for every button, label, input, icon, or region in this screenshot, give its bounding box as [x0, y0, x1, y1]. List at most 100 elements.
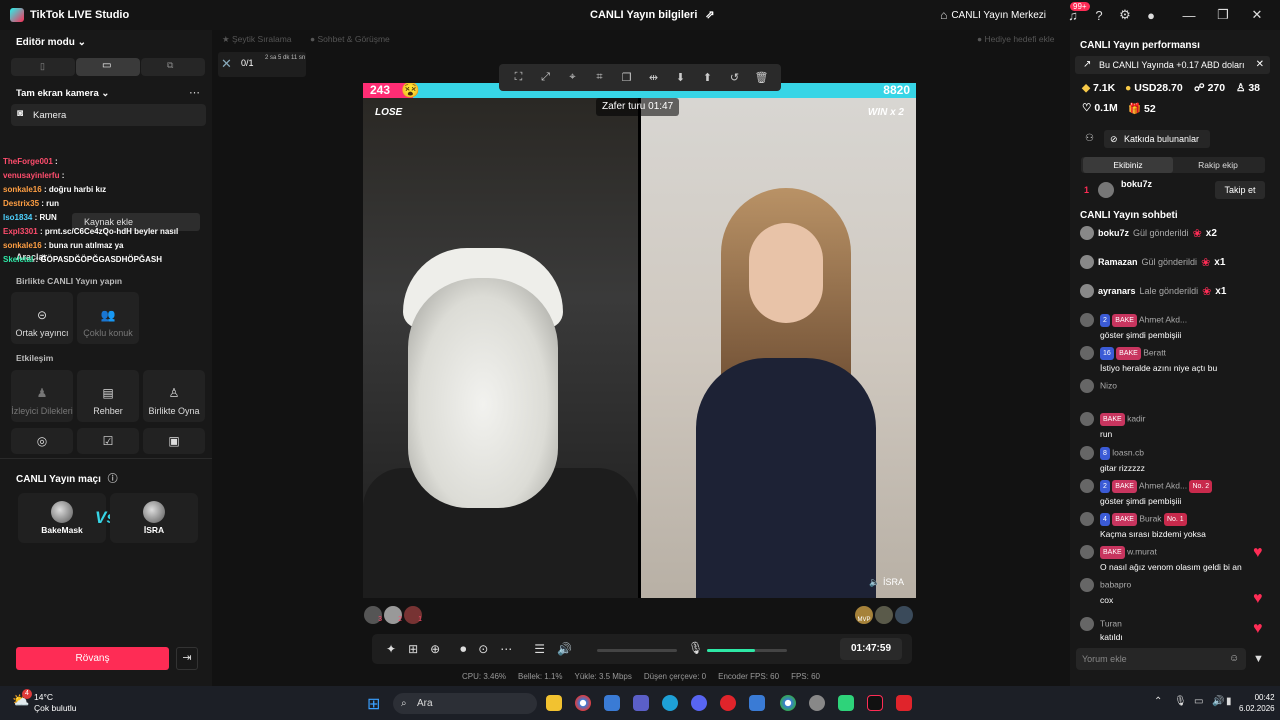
file-explorer-icon[interactable]	[546, 695, 562, 711]
gamepad-app-icon[interactable]	[838, 695, 854, 711]
add-source-icon[interactable]: ⊕	[430, 642, 440, 656]
mail-icon[interactable]	[749, 695, 765, 711]
chat-avatar[interactable]	[1080, 313, 1094, 327]
gifter-name[interactable]: ayranars	[1098, 286, 1136, 296]
multi-guest-tile[interactable]: 👥 Çoklu konuk	[77, 292, 139, 344]
chat-user[interactable]: babapro	[1100, 579, 1131, 589]
expand-icon[interactable]: ⤢	[537, 71, 555, 84]
windows-start-icon[interactable]: ⊞	[367, 694, 380, 714]
chat-avatar[interactable]	[1080, 346, 1094, 360]
camera-source-row[interactable]: ◙ Kamera	[11, 104, 206, 126]
tray-monitor-icon[interactable]: ▭	[1194, 696, 1203, 707]
top-user-name[interactable]: boku7z	[1121, 179, 1152, 189]
user-settings-icon[interactable]: ⚇	[1085, 133, 1094, 144]
tool-tile-4[interactable]: ◎	[11, 428, 73, 454]
more-options-icon[interactable]: ⋯	[189, 86, 200, 99]
close-banner-icon[interactable]: ✕	[1256, 56, 1264, 74]
fit-icon[interactable]: ⛶	[510, 71, 528, 84]
chrome-profile-icon[interactable]	[780, 695, 796, 711]
chat-avatar[interactable]	[1080, 617, 1094, 631]
chat-avatar[interactable]	[1080, 578, 1094, 592]
chat-avatar[interactable]	[1080, 446, 1094, 460]
editor-mode-dropdown[interactable]: Editör modu ⌄	[16, 37, 86, 48]
follow-button[interactable]: Takip et	[1215, 181, 1265, 199]
player-right-card[interactable]: İSRA	[110, 493, 198, 543]
edge-icon[interactable]	[662, 695, 678, 711]
chat-user[interactable]: Nizo	[1100, 380, 1117, 390]
stream-info-button[interactable]: CANLI Yayın bilgileri ⇗	[590, 8, 715, 22]
tab-your-team[interactable]: Ekibiniz	[1083, 157, 1173, 173]
play-together-tile[interactable]: ♙ Birlikte Oyna	[143, 370, 205, 422]
rank-avatar-1[interactable]: 3	[364, 606, 382, 624]
rank-avatar-3[interactable]: 1	[404, 606, 422, 624]
earnings-banner[interactable]: ↗ Bu CANLI Yayında +0.17 ABD doları ✕	[1075, 56, 1270, 74]
gifter-avatar[interactable]	[875, 606, 893, 624]
chrome-icon[interactable]	[575, 695, 591, 711]
crop-icon[interactable]: ⌗	[591, 71, 609, 84]
chat-user[interactable]: Burak	[1139, 513, 1161, 523]
chat-avatar[interactable]	[1080, 412, 1094, 426]
gifter-name[interactable]: boku7z	[1098, 228, 1129, 238]
gift-goal-add[interactable]: ● Hediye hedefi ekle	[977, 34, 1054, 44]
speaker-icon[interactable]: 🔊	[557, 642, 572, 656]
viewer-wishes-tile[interactable]: ♟ İzleyici Dilekleri	[11, 370, 73, 422]
maximize-button[interactable]: ❐	[1210, 7, 1236, 23]
gifter-avatar[interactable]	[1080, 255, 1094, 269]
tray-battery-icon[interactable]: ▮	[1226, 696, 1232, 707]
player-left-card[interactable]: BakeMask	[18, 493, 106, 543]
comment-input[interactable]: Yorum ekle	[1076, 648, 1246, 670]
copy-icon[interactable]: ❐	[618, 71, 636, 84]
gifter-name[interactable]: Ramazan	[1098, 257, 1138, 267]
gifter-avatar[interactable]	[1080, 226, 1094, 240]
profile-avatar[interactable]: ●	[1138, 8, 1164, 23]
chat-user[interactable]: Ahmet Akd...	[1139, 314, 1187, 324]
more-icon[interactable]: ⋯	[500, 642, 512, 656]
youtube-icon[interactable]	[896, 695, 912, 711]
center-icon[interactable]: ⌖	[564, 71, 582, 84]
chat-user[interactable]: Ahmet Akd...	[1139, 480, 1187, 490]
tool-tile-6[interactable]: ▣	[143, 428, 205, 454]
gifter-avatar[interactable]	[1080, 284, 1094, 298]
chat-avatar[interactable]	[1080, 512, 1094, 526]
tray-expand-icon[interactable]: ⌃	[1154, 696, 1162, 707]
tray-mic-icon[interactable]: 🎙	[1174, 696, 1187, 707]
emoji-picker-icon[interactable]: ☺	[1229, 653, 1239, 664]
tool-tile-5[interactable]: ☑	[77, 428, 139, 454]
taskbar-search[interactable]: ⌕ Ara	[393, 693, 537, 714]
delete-icon[interactable]: 🗑	[753, 71, 771, 84]
settings-gear-icon[interactable]: ⚙	[1112, 7, 1138, 23]
top-user-avatar[interactable]	[1098, 182, 1114, 198]
filter-icon[interactable]: ▼	[1253, 653, 1264, 665]
weather-widget[interactable]: 14°C Çok bulutlu	[34, 692, 77, 714]
co-host-tile[interactable]: ⊝ Ortak yayıncı	[11, 292, 73, 344]
tray-speaker-icon[interactable]: 🔊	[1212, 696, 1224, 707]
tiktok-studio-icon[interactable]	[867, 695, 883, 711]
close-button[interactable]: ✕	[1244, 7, 1270, 23]
live-center-link[interactable]: CANLI Yayın Merkezi	[951, 10, 1046, 21]
chat-user[interactable]: kadir	[1127, 413, 1145, 423]
chat-user[interactable]: w.murat	[1127, 546, 1157, 556]
chat-user[interactable]: loasn.cb	[1112, 447, 1144, 457]
goal-chat[interactable]: ● Sohbet & Görüşme	[310, 34, 390, 44]
chat-avatar[interactable]	[1080, 479, 1094, 493]
home-icon[interactable]: ⌂	[940, 8, 947, 22]
help-icon[interactable]: ⓘ	[108, 474, 118, 485]
rank-mini-card[interactable]: ✕ 0/1 2 sa 5 dk 11 sn	[218, 52, 306, 77]
mic-volume-slider[interactable]	[707, 649, 787, 652]
help-icon[interactable]: ?	[1086, 8, 1112, 23]
tab-opponent-team[interactable]: Rakip ekip	[1173, 157, 1263, 173]
scene-dropdown[interactable]: Tam ekran kamera ⌄	[16, 88, 109, 99]
gifter-avatar[interactable]	[895, 606, 913, 624]
chat-avatar[interactable]	[1080, 379, 1094, 393]
record-icon[interactable]: ⏺	[460, 642, 466, 657]
magic-wand-icon[interactable]: ✦	[386, 642, 396, 656]
chat-user[interactable]: Beratt	[1143, 347, 1166, 357]
guide-tile[interactable]: ▤ Rehber	[77, 370, 139, 422]
app-icon[interactable]	[809, 695, 825, 711]
rematch-button[interactable]: Rövanş	[16, 647, 169, 670]
rank-avatar-2[interactable]: 2	[384, 606, 402, 624]
teams-icon[interactable]	[633, 695, 649, 711]
audio-mixer-icon[interactable]: ☰	[534, 642, 545, 656]
goal-ranking[interactable]: ★ Şeytik Sıralama	[222, 34, 292, 45]
system-clock[interactable]: 00:42 6.02.2026	[1239, 692, 1275, 714]
